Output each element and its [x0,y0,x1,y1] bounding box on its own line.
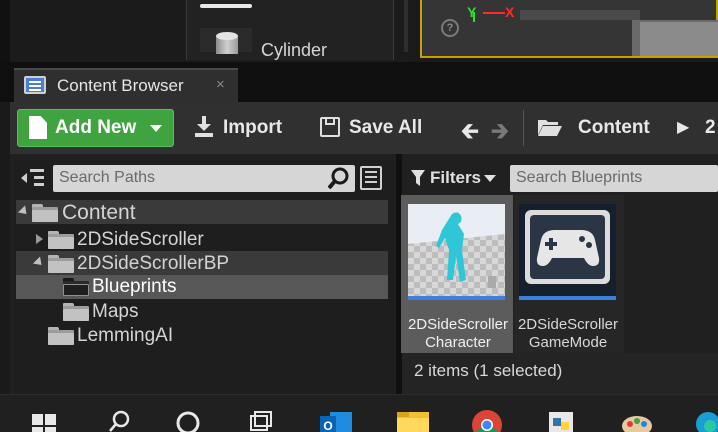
search-paths-field[interactable] [53,165,355,192]
toolbar-divider [523,110,524,146]
tab-title: Content Browser [57,76,184,95]
tree-item-label: 2DSideScrollerBP [77,253,230,274]
asset-label-character: 2DSideScroller Character [407,316,509,351]
folder-icon [32,204,58,222]
tree-item-label: Maps [92,301,139,322]
cylinder-label[interactable]: Cylinder [261,40,327,61]
tree-item-content[interactable]: Content [16,200,388,224]
save-all-button[interactable]: Save All [349,117,422,139]
tree-item-2dsidescrollerbp[interactable]: 2DSideScrollerBP [16,251,388,275]
folder-open-icon [538,120,562,136]
tree-item-lemmingai[interactable]: LemmingAI [16,323,388,347]
left-edge [0,0,10,62]
file-explorer-icon[interactable] [396,408,430,432]
folder-icon [48,327,74,345]
breadcrumb-chevron-icon[interactable]: ▶ [677,117,689,137]
search-blueprints-input[interactable] [516,168,716,188]
filters-dropdown-icon[interactable] [484,175,496,182]
tree-item-label: Blueprints [92,276,177,297]
unreal-editor-window: Cylinder Y X ? Content Browser × Add New… [0,0,718,432]
cortana-icon[interactable] [175,408,201,432]
cylinder-icon[interactable] [214,30,240,54]
python-icon[interactable] [544,408,578,432]
import-icon[interactable] [194,116,214,138]
breadcrumb-content[interactable]: Content [578,117,650,139]
chrome-icon[interactable] [470,408,504,432]
view-options-icon[interactable] [360,166,382,190]
search-blueprints-field[interactable] [510,165,718,192]
windows-start-icon[interactable] [32,408,58,432]
asset-count-label: 2 items (1 selected) [414,361,563,380]
search-icon[interactable] [106,408,132,432]
save-icon[interactable] [320,117,340,137]
axis-y-label: Y [467,4,477,20]
gamemode-thumbnail[interactable] [519,204,616,300]
expand-arrow-icon[interactable] [17,205,31,218]
task-view-icon[interactable] [248,408,274,432]
axis-x-line [483,12,505,14]
add-new-dropdown-icon[interactable] [150,125,162,132]
tree-item-label: Content [62,201,136,224]
tab-close-button[interactable]: × [216,76,225,93]
viewport-gizmo-icon: ? [441,19,459,37]
outlook-icon[interactable]: O [320,408,354,432]
viewport-geometry-block-light [640,22,718,56]
search-icon[interactable] [328,167,350,189]
tree-item-2dsidescroller[interactable]: 2DSideScroller [16,227,388,251]
tree-item-label: LemmingAI [77,325,174,346]
character-thumbnail[interactable] [408,204,505,300]
breadcrumb-next[interactable]: 2 [705,117,716,139]
folder-icon [48,231,74,249]
tree-item-maps[interactable]: Maps [16,299,388,323]
collapsed-arrow-icon[interactable] [36,234,43,244]
paint-icon[interactable] [620,408,654,432]
forward-arrow-icon[interactable]: 🡲 [491,114,509,152]
folder-icon [63,303,89,321]
add-new-label[interactable]: Add New [55,117,136,139]
filters-button[interactable]: Filters [430,168,481,188]
viewport-geometry [520,10,640,20]
expand-arrow-icon[interactable] [32,256,46,269]
tree-item-blueprints[interactable]: Blueprints [16,275,388,299]
folder-icon [63,278,89,296]
search-paths-input[interactable] [59,168,329,188]
tree-item-label: 2DSideScroller [77,229,204,250]
folder-icon [48,255,74,273]
asset-label-gamemode: 2DSideScroller GameMode [517,316,619,351]
collapse-sources-icon[interactable] [20,165,46,191]
back-arrow-icon[interactable]: 🡰 [461,114,479,152]
axis-x-label: X [505,4,515,20]
sphere-thumbnail[interactable] [200,4,252,8]
import-button[interactable]: Import [223,117,282,139]
filter-funnel-icon[interactable] [411,170,425,186]
svg-text:O: O [323,419,332,432]
modes-scrollbar[interactable] [404,0,408,52]
content-browser-icon [24,76,46,94]
edge-icon[interactable] [694,408,718,432]
